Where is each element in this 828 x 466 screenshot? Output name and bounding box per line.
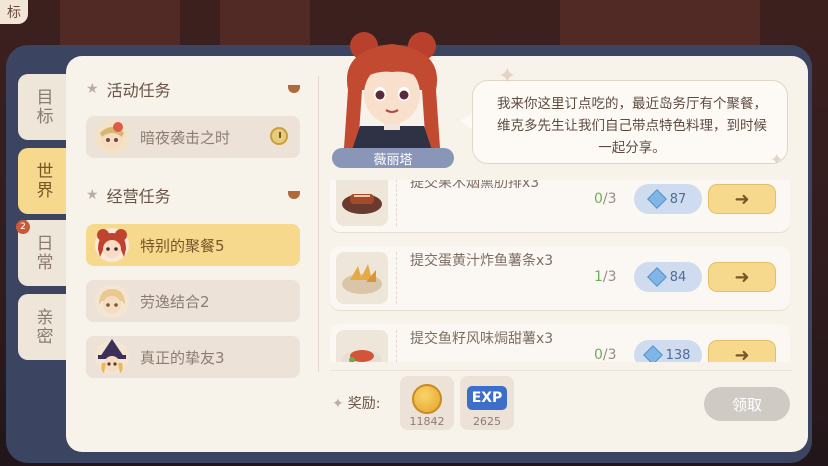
quest-label: 真正的挚友3 (140, 348, 225, 367)
avatar (94, 119, 130, 155)
reward-exp[interactable]: EXP 2625 (460, 376, 514, 430)
reward-pill: 138 (634, 340, 702, 362)
star-icon: ★ (86, 187, 99, 203)
task-name: 提交蛋黄汁炸鱼薯条x3 (410, 253, 554, 269)
reward-amount: 2625 (473, 415, 501, 428)
avatar (94, 339, 130, 375)
task-row: 提交鱼籽风味焗甜薯x3 0/3 138 ➜ (330, 324, 790, 362)
submit-button[interactable]: ➜ (708, 340, 776, 362)
star-icon: ★ (86, 81, 99, 97)
clock-icon (270, 127, 288, 145)
section-business-tasks[interactable]: ★ 经营任务 (86, 184, 308, 206)
avatar (94, 227, 130, 263)
quest-label: 劳逸结合2 (140, 292, 210, 311)
quest-item-special-dinner[interactable]: 特别的聚餐5 (86, 224, 300, 266)
avatar (94, 283, 130, 319)
corner-chip: 标 (0, 0, 28, 24)
reward-label: ✦ 奖励: (332, 396, 381, 412)
plus-icon: ✦ (332, 396, 344, 412)
task-row: 提交果木烟熏肋排x3 0/3 87 ➜ (330, 180, 790, 232)
quest-item-true-friend[interactable]: 真正的挚友3 (86, 336, 300, 378)
tab-world[interactable]: 世界 (18, 148, 68, 214)
row-separator (396, 180, 398, 226)
task-list[interactable]: 提交果木烟熏肋排x3 0/3 87 ➜ 提交蛋黄汁炸鱼薯条x3 1/3 84 ➜… (330, 180, 792, 362)
diamond-icon (646, 267, 667, 287)
tab-goal[interactable]: 目标 (18, 74, 68, 140)
task-progress: 0/3 (594, 191, 617, 207)
daily-badge: 2 (16, 220, 30, 234)
submit-button[interactable]: ➜ (708, 262, 776, 292)
claim-button[interactable]: 领取 (704, 387, 790, 421)
sparkle-icon: ✦ (498, 64, 517, 89)
section-title: 活动任务 (106, 81, 171, 100)
quest-item-work-life[interactable]: 劳逸结合2 (86, 280, 300, 322)
collapse-icon[interactable] (288, 85, 300, 93)
npc-dialogue: 我来你这里订点吃的，最近岛务厅有个聚餐，维克多先生让我们自己带点特色料理，到时候… (472, 80, 788, 164)
reward-coin[interactable]: 11842 (400, 376, 454, 430)
fish-chips-icon (336, 252, 388, 304)
reward-amount: 11842 (409, 415, 445, 428)
quest-label: 暗夜袭击之时 (140, 128, 231, 147)
ribs-dish-icon (336, 180, 388, 226)
task-progress: 0/3 (594, 347, 617, 362)
reward-pill: 87 (634, 184, 702, 214)
submit-button[interactable]: ➜ (708, 184, 776, 214)
section-title: 经营任务 (106, 187, 171, 206)
diamond-icon (642, 345, 663, 362)
sparkle-icon: ✦ (770, 150, 784, 169)
task-row: 提交蛋黄汁炸鱼薯条x3 1/3 84 ➜ (330, 246, 790, 310)
row-separator (396, 252, 398, 304)
collapse-icon[interactable] (288, 191, 300, 199)
reward-pill: 84 (634, 262, 702, 292)
baked-dish-icon (336, 330, 388, 362)
task-name: 提交果木烟熏肋排x3 (410, 180, 540, 191)
diamond-icon (646, 189, 667, 209)
task-name: 提交鱼籽风味焗甜薯x3 (410, 331, 554, 347)
exp-icon: EXP (467, 386, 507, 410)
row-separator (396, 330, 398, 362)
quest-item-night-raid[interactable]: 暗夜袭击之时 (86, 116, 300, 158)
panel-divider (318, 76, 319, 372)
npc-portrait (330, 30, 454, 150)
npc-nameplate: 薇丽塔 (332, 148, 454, 168)
task-progress: 1/3 (594, 269, 617, 285)
section-event-tasks[interactable]: ★ 活动任务 (86, 78, 308, 100)
quest-label: 特别的聚餐5 (140, 236, 225, 255)
tab-intimacy[interactable]: 亲密 (18, 294, 68, 360)
footer-divider (330, 370, 792, 371)
coin-icon (412, 384, 442, 414)
